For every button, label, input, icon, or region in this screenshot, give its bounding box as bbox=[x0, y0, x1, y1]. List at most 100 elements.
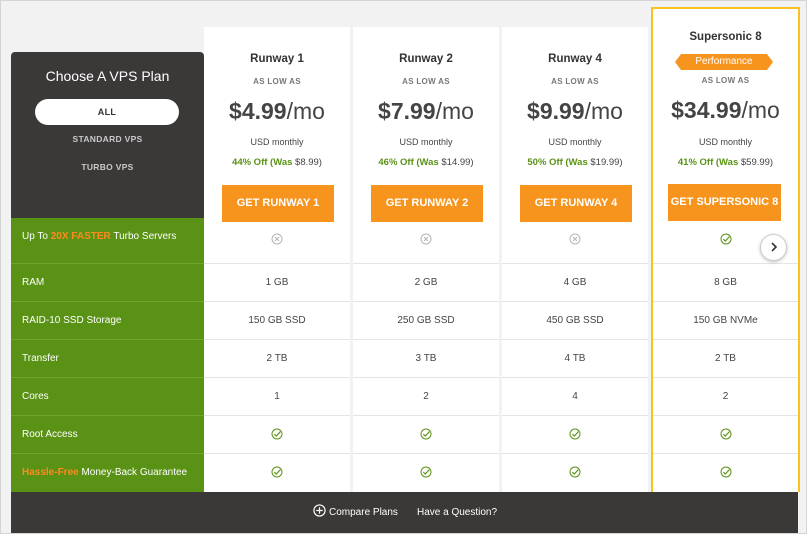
price-period: /mo bbox=[286, 98, 325, 124]
feature-value: 3 TB bbox=[415, 353, 437, 364]
filter-turbo-vps[interactable]: TURBO VPS bbox=[11, 162, 204, 172]
was-price: $14.99) bbox=[438, 157, 474, 168]
price-amount: $9.99 bbox=[527, 98, 585, 124]
feature-value: 4 bbox=[572, 391, 578, 402]
feature-cell-ram: 1 GB bbox=[204, 263, 350, 301]
plan-name: Runway 2 bbox=[399, 53, 453, 65]
feature-ram: RAM bbox=[11, 263, 204, 301]
feature-highlight: Hassle-Free bbox=[22, 467, 79, 478]
as-low-as-label: AS LOW AS bbox=[701, 76, 750, 85]
feature-cell-transfer: 3 TB bbox=[353, 339, 499, 377]
was-price: $8.99) bbox=[292, 157, 322, 168]
plan-name: Runway 4 bbox=[548, 53, 602, 65]
discount-percent: 41% Off (Was bbox=[677, 157, 739, 168]
chevron-right-icon bbox=[770, 242, 777, 252]
feature-storage: RAID-10 SSD Storage bbox=[11, 301, 204, 339]
feature-root-access: Root Access bbox=[11, 415, 204, 453]
was-price: $59.99) bbox=[738, 157, 774, 168]
panel-title: Choose A VPS Plan bbox=[45, 68, 170, 84]
check-circle-icon bbox=[720, 233, 731, 245]
check-circle-icon bbox=[271, 466, 283, 478]
feature-cell-cores: 1 bbox=[204, 377, 350, 415]
feature-cell-guarantee bbox=[502, 453, 648, 491]
feature-cell-storage: 250 GB SSD bbox=[353, 301, 499, 339]
was-price: $19.99) bbox=[587, 157, 623, 168]
get-plan-button[interactable]: GET SUPERSONIC 8 bbox=[668, 184, 781, 221]
billing-note: USD monthly bbox=[399, 137, 453, 147]
plan-name: Supersonic 8 bbox=[689, 31, 762, 43]
feature-cell-turbo bbox=[502, 218, 648, 263]
plan-name: Runway 1 bbox=[250, 53, 304, 65]
check-circle-icon bbox=[720, 428, 731, 440]
filter-standard-vps[interactable]: STANDARD VPS bbox=[11, 134, 204, 144]
feature-cell-ram: 8 GB bbox=[653, 263, 798, 301]
feature-value: 2 bbox=[423, 391, 429, 402]
discount-percent: 44% Off (Was bbox=[232, 157, 293, 168]
feature-value: 1 bbox=[274, 391, 280, 402]
check-circle-icon bbox=[271, 428, 283, 440]
feature-cell-cores: 2 bbox=[653, 377, 798, 415]
feature-cell-turbo bbox=[353, 218, 499, 263]
discount-note: 46% Off (Was $14.99) bbox=[353, 157, 499, 168]
pricing-table: Choose A VPS Plan ALL STANDARD VPS TURBO… bbox=[0, 0, 807, 534]
feature-text: Money-Back Guarantee bbox=[78, 467, 188, 478]
feature-cell-transfer: 2 TB bbox=[204, 339, 350, 377]
feature-cell-guarantee bbox=[204, 453, 350, 491]
feature-value: 4 GB bbox=[563, 277, 587, 288]
feature-cell-root bbox=[502, 415, 648, 453]
billing-note: USD monthly bbox=[548, 137, 602, 147]
check-circle-icon bbox=[420, 428, 432, 440]
feature-highlight: 20X FASTER bbox=[50, 231, 111, 242]
performance-badge: Performance bbox=[675, 54, 773, 70]
plan-column-3: Runway 4 AS LOW AS $9.99/mo USD monthly 50% … bbox=[502, 27, 648, 492]
feature-cell-ram: 2 GB bbox=[353, 263, 499, 301]
get-plan-button[interactable]: GET RUNWAY 4 bbox=[520, 185, 632, 222]
check-circle-icon bbox=[720, 466, 731, 478]
discount-percent: 50% Off (Was bbox=[527, 157, 588, 168]
as-low-as-label: AS LOW AS bbox=[551, 77, 599, 86]
plan-column-2: Runway 2 AS LOW AS $7.99/mo USD monthly 46% … bbox=[353, 27, 499, 492]
feature-value: 450 GB SSD bbox=[546, 315, 604, 326]
discount-percent: 46% Off (Was bbox=[378, 157, 439, 168]
plan-filter-panel: Choose A VPS Plan ALL STANDARD VPS TURBO… bbox=[11, 52, 204, 218]
x-circle-icon bbox=[569, 233, 581, 245]
price-amount: $7.99 bbox=[378, 98, 436, 124]
check-circle-icon bbox=[569, 428, 581, 440]
x-circle-icon bbox=[420, 233, 432, 245]
feature-cell-root bbox=[204, 415, 350, 453]
discount-note: 50% Off (Was $19.99) bbox=[502, 157, 648, 168]
have-a-question-link[interactable]: Have a Question? bbox=[417, 507, 497, 518]
feature-value: 2 TB bbox=[266, 353, 288, 364]
feature-cores: Cores bbox=[11, 377, 204, 415]
feature-cell-guarantee bbox=[653, 453, 798, 491]
feature-guarantee: Hassle-Free Money-Back Guarantee bbox=[11, 453, 204, 491]
feature-cell-storage: 150 GB SSD bbox=[204, 301, 350, 339]
feature-value: 8 GB bbox=[714, 277, 737, 288]
feature-cell-root bbox=[353, 415, 499, 453]
feature-text: Up To bbox=[22, 231, 51, 242]
footer-bar: Compare Plans Have a Question? bbox=[11, 492, 798, 533]
next-plans-button[interactable] bbox=[760, 234, 787, 261]
filter-all-button[interactable]: ALL bbox=[35, 99, 179, 125]
feature-text: Cores bbox=[22, 391, 49, 402]
feature-text: Root Access bbox=[22, 429, 78, 440]
plan-price: $9.99/mo bbox=[502, 98, 648, 125]
feature-turbo: Up To 20X FASTER Turbo Servers bbox=[11, 218, 204, 256]
compare-plans-link[interactable]: Compare Plans bbox=[313, 504, 398, 518]
feature-cell-root bbox=[653, 415, 798, 453]
feature-value: 2 GB bbox=[414, 277, 438, 288]
get-plan-button[interactable]: GET RUNWAY 2 bbox=[371, 185, 483, 222]
get-plan-button[interactable]: GET RUNWAY 1 bbox=[222, 185, 334, 222]
check-circle-icon bbox=[420, 466, 432, 478]
plan-price: $34.99/mo bbox=[653, 97, 798, 124]
price-period: /mo bbox=[584, 98, 623, 124]
price-amount: $34.99 bbox=[671, 97, 742, 123]
feature-text: RAID-10 SSD Storage bbox=[22, 315, 122, 326]
billing-note: USD monthly bbox=[698, 137, 752, 147]
feature-cell-storage: 150 GB NVMe bbox=[653, 301, 798, 339]
feature-cell-storage: 450 GB SSD bbox=[502, 301, 648, 339]
feature-value: 150 GB NVMe bbox=[693, 315, 758, 326]
discount-note: 44% Off (Was $8.99) bbox=[204, 157, 350, 168]
discount-note: 41% Off (Was $59.99) bbox=[653, 157, 798, 168]
plan-price: $7.99/mo bbox=[353, 98, 499, 125]
